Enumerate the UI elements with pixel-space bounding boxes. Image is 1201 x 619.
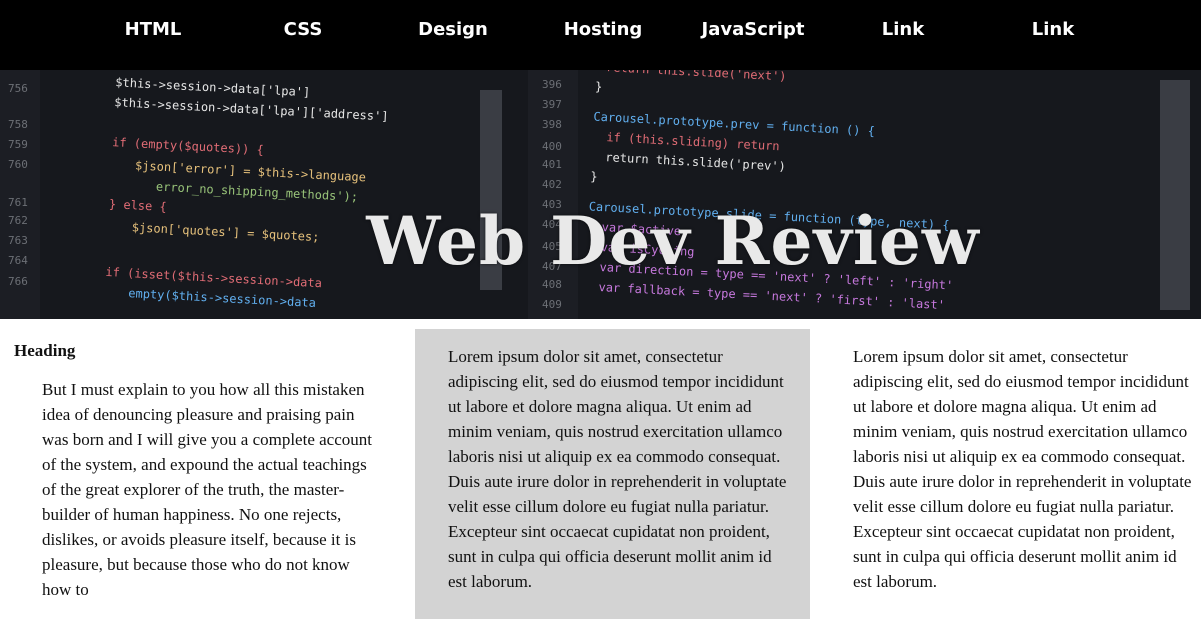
top-nav-bar: HTML CSS Design Hosting JavaScript Link … [0,0,1201,70]
svg-text:398: 398 [542,118,562,131]
svg-text:758: 758 [8,118,28,131]
column-right-text: Lorem ipsum dolor sit amet, consectetur … [853,347,1192,591]
nav-item-design[interactable]: Design [378,0,528,58]
svg-text:}: } [590,169,598,183]
site-title: Web Dev Review [366,202,980,280]
nav-item-html[interactable]: HTML [78,0,228,58]
column-right: Lorem ipsum dolor sit amet, consectetur … [820,329,1201,619]
svg-text:401: 401 [542,158,562,171]
nav-item-javascript[interactable]: JavaScript [678,0,828,58]
svg-text:759: 759 [8,138,28,151]
nav-item-css[interactable]: CSS [228,0,378,58]
content-area: Heading But I must explain to you how al… [0,319,1201,619]
svg-text:409: 409 [542,298,562,311]
column-left: Heading But I must explain to you how al… [14,319,384,602]
nav-item-link-1[interactable]: Link [828,0,978,58]
column-left-text: But I must explain to you how all this m… [42,380,372,599]
code-background-image: 756758759 760761762 763764766 396397398 … [0,70,1201,319]
column-heading: Heading [14,341,76,360]
svg-text:756: 756 [8,82,28,95]
svg-text:}: } [595,80,603,94]
nav-item-link-2[interactable]: Link [978,0,1128,58]
column-middle-text: Lorem ipsum dolor sit amet, consectetur … [448,347,787,591]
hero-banner: 756 758 759 760 761 762 763 764 766 396 397 398 … [0,70,1201,319]
svg-text:760: 760 [8,158,28,171]
svg-text:397: 397 [542,98,562,111]
column-middle: Lorem ipsum dolor sit amet, consectetur … [415,329,810,619]
svg-text:400: 400 [542,140,562,153]
nav-item-hosting[interactable]: Hosting [528,0,678,58]
svg-text:402: 402 [542,178,562,191]
svg-text:396: 396 [542,78,562,91]
